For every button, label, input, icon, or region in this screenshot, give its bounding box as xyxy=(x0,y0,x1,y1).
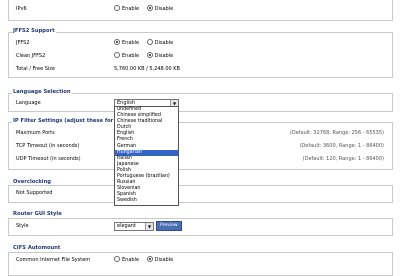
clean-jffs2-enable-radio[interactable] xyxy=(114,52,120,58)
ipfilter-legend: IP Filter Settings (adjust these for P xyxy=(12,118,120,124)
gui-style-row: Style xyxy=(16,221,386,231)
jffs2-disable-label: Disable xyxy=(154,40,174,46)
ipv6-enable-radio[interactable] xyxy=(114,5,120,11)
clean-jffs2-disable-radio[interactable] xyxy=(146,52,153,58)
max-ports-row: Maximum Ports (Default: 32768, Range: 25… xyxy=(16,128,386,138)
cifs-legend: CIFS Automount xyxy=(12,245,62,251)
gui-style-selected-value: elegant xyxy=(117,223,136,229)
overclocking-status: Not Supported xyxy=(16,190,53,196)
gui-style-label: Style xyxy=(16,223,29,229)
total-size-row: Total / Free Size 5,760.00 KB / 5,248.00… xyxy=(16,64,386,74)
clean-jffs2-label: Clean JFFS2 xyxy=(16,53,46,59)
cifs-disable-radio[interactable] xyxy=(146,256,153,262)
ipv6-label: IPv6 xyxy=(16,6,27,12)
jffs2-disable-radio[interactable] xyxy=(146,39,153,45)
jffs2-enable-radio[interactable] xyxy=(114,39,120,45)
tcp-timeout-row: TCP Timeout (in seconds) (Default: 3600,… xyxy=(16,141,386,151)
cifs-enable-radio[interactable] xyxy=(114,256,120,262)
language-row: Language xyxy=(16,98,386,108)
cifs-enable-label: Enable xyxy=(122,257,140,263)
clean-jffs2-row: Clean JFFS2 Enable Disable xyxy=(16,51,386,61)
ipv6-disable-radio[interactable] xyxy=(146,5,153,11)
tcp-timeout-hint: (Default: 3600, Range: 1 - 86400) xyxy=(299,143,384,149)
tcp-timeout-label: TCP Timeout (in seconds) xyxy=(16,143,80,149)
cifs-row: Common Internet File System Enable Disab… xyxy=(16,255,386,265)
ipv6-disable-label: Disable xyxy=(154,6,174,12)
overclocking-row: Not Supported xyxy=(16,188,386,198)
gui-style-select[interactable]: elegant ▼ xyxy=(114,222,154,231)
udp-timeout-row: UDP Timeout (in seconds) (Default: 120, … xyxy=(16,154,386,164)
preview-button[interactable]: Preview xyxy=(156,221,182,231)
max-ports-label: Maximum Ports xyxy=(16,130,55,136)
clean-jffs2-enable-label: Enable xyxy=(122,53,140,59)
jffs2-label: JFFS2 xyxy=(16,40,30,46)
udp-timeout-hint: (Default: 120, Range: 1 - 86400) xyxy=(302,156,384,162)
total-size-label: Total / Free Size xyxy=(16,66,56,72)
chevron-down-icon[interactable]: ▼ xyxy=(145,223,153,230)
language-dropdown-list: undefined Chinese simplified Chinese tra… xyxy=(114,106,179,206)
udp-timeout-label: UDP Timeout (in seconds) xyxy=(16,156,81,162)
language-legend: Language Selection xyxy=(12,89,72,95)
clean-jffs2-disable-label: Disable xyxy=(154,53,174,59)
cifs-disable-label: Disable xyxy=(154,257,174,263)
cifs-label: Common Internet File System xyxy=(16,257,91,263)
jffs2-enable-label: Enable xyxy=(122,40,140,46)
ipv6-row: IPv6 Enable Disable xyxy=(16,4,386,14)
max-ports-hint: (Default: 32768, Range: 256 - 65535) xyxy=(289,130,384,136)
ipv6-enable-label: Enable xyxy=(122,6,140,12)
overclocking-legend: Overclocking xyxy=(12,179,52,185)
language-option[interactable]: Swedish xyxy=(115,198,178,204)
gui-style-legend: Router GUI Style xyxy=(12,211,63,217)
total-size-value: 5,760.00 KB / 5,248.00 KB xyxy=(114,66,180,72)
jffs2-row: JFFS2 Enable Disable xyxy=(16,38,386,48)
language-label: Language xyxy=(16,100,41,106)
jffs2-legend: JFFS2 Support xyxy=(12,28,56,34)
